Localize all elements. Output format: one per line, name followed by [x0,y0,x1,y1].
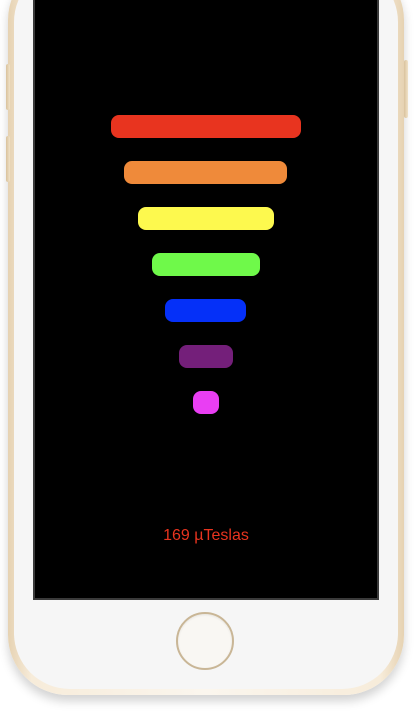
meter-bar-2 [124,161,287,184]
screen-bezel: 169 µTeslas [33,0,379,600]
app-screen: 169 µTeslas [35,0,377,598]
meter-bar-6 [179,345,233,368]
meter-bar-3 [138,207,274,230]
meter-bar-7 [193,391,219,414]
readout-value: 169 [163,527,190,544]
meter-bar-5 [165,299,246,322]
meter-bar-4 [152,253,260,276]
home-button[interactable] [176,612,234,670]
volume-button [6,64,10,110]
meter-bar-1 [111,115,301,138]
power-button [404,60,408,118]
readout-unit: µTeslas [194,527,249,544]
volume-button [6,136,10,182]
field-strength-readout: 169 µTeslas [35,527,377,545]
